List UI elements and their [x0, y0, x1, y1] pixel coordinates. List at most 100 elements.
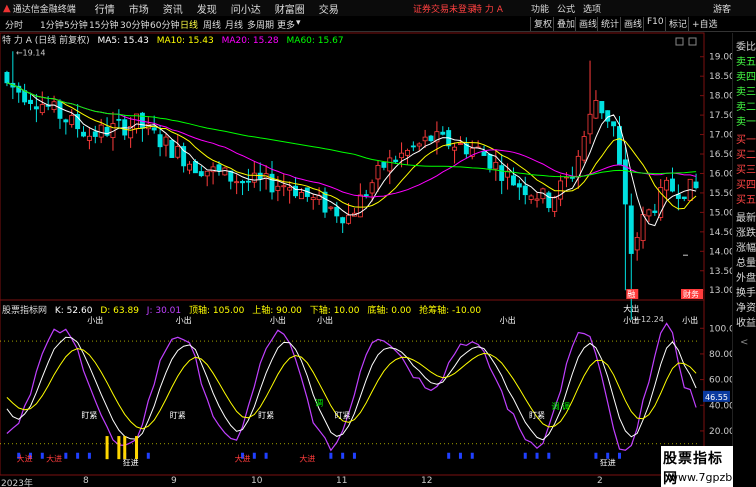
candle-body — [28, 99, 33, 104]
candle-body — [116, 118, 122, 121]
draw-line-button-2[interactable]: 画线 — [620, 17, 642, 31]
candle-body — [493, 161, 499, 170]
side-item: 外盘 — [736, 273, 756, 284]
candle-body — [57, 100, 63, 119]
menu-function[interactable]: 功能 — [531, 2, 549, 15]
tab-30min[interactable]: 30分钟 — [120, 18, 149, 31]
k-value: K: 52.60 — [54, 306, 93, 316]
low-zone-marker — [64, 452, 68, 459]
menu-trade[interactable]: 交易 — [319, 1, 339, 16]
add-watchlist-button[interactable]: +自选 — [688, 17, 718, 31]
candle-body — [234, 181, 240, 184]
ma5-value: MA5: 15.43 — [97, 36, 149, 46]
mark-button[interactable]: 标记 — [665, 17, 687, 31]
date-label: 11 — [336, 476, 348, 486]
candle-body — [428, 135, 434, 142]
menu-quotes[interactable]: 行情 — [95, 1, 115, 16]
tab-monthly[interactable]: 月线 — [225, 18, 243, 31]
candle-body — [528, 195, 534, 200]
candle-body — [664, 179, 670, 191]
candle-body — [22, 90, 28, 103]
tab-intraday[interactable]: 分时 — [5, 18, 23, 31]
low-zone-marker — [87, 452, 91, 459]
candle-body — [240, 181, 245, 184]
side-item: 买一 — [736, 135, 756, 146]
candle-body — [293, 185, 299, 197]
candle-body — [693, 181, 699, 189]
finance-tag: 财务 — [683, 289, 699, 299]
candle-body — [399, 152, 405, 159]
watch-label: 盯紧 — [335, 411, 351, 420]
candle-body — [92, 131, 98, 137]
buy-axis-value: 抢筹轴: -10.00 — [419, 306, 482, 316]
low-zone-marker — [617, 452, 621, 459]
tab-60min[interactable]: 60分钟 — [150, 18, 179, 31]
candle-body — [175, 146, 181, 158]
low-zone-marker — [264, 452, 268, 459]
draw-line-button[interactable]: 画线 — [575, 17, 597, 31]
candle-body — [581, 136, 587, 161]
candle-body — [558, 180, 564, 200]
low-zone-marker — [252, 452, 256, 459]
watch-label: 盯紧 — [170, 411, 186, 420]
menu-formula[interactable]: 公式 — [557, 2, 575, 15]
stats-button[interactable]: 统计 — [597, 17, 619, 31]
d-value: D: 63.89 — [100, 306, 139, 316]
overlay-button[interactable]: 叠加 — [553, 17, 575, 31]
candle-body — [587, 113, 593, 135]
menu-market[interactable]: 市场 — [129, 1, 149, 16]
candle-body — [487, 153, 493, 169]
menu-news[interactable]: 资讯 — [163, 1, 183, 16]
login-warning[interactable]: 证券交易未登录 — [413, 2, 476, 15]
big-in-label: 大进 — [17, 454, 33, 464]
candle-body — [511, 175, 516, 186]
tab-5min[interactable]: 5分钟 — [64, 18, 88, 31]
candle-body — [452, 146, 458, 151]
chart-canvas[interactable]: 19.0018.5018.0017.5017.0016.5016.0015.50… — [0, 0, 756, 487]
ma10-value: MA10: 15.43 — [156, 36, 214, 46]
f10-button[interactable]: F10 — [643, 17, 664, 31]
chevron-down-icon[interactable]: ▾ — [296, 18, 301, 28]
buy-signal-bar — [123, 436, 127, 460]
guest-button[interactable]: 游客 — [713, 2, 731, 15]
ma60-line — [6, 82, 697, 178]
candle-body — [410, 145, 416, 148]
stock-title: 特 力 A (日线 前复权) — [2, 36, 90, 46]
tab-1min[interactable]: 1分钟 — [40, 18, 64, 31]
candle-body — [98, 124, 104, 138]
candle-body — [287, 187, 293, 191]
candle-body — [593, 100, 599, 119]
tab-daily[interactable]: 日线 — [180, 18, 198, 31]
candle-body — [340, 217, 346, 224]
current-stock: 特 力 A — [473, 5, 503, 15]
menu-wealth[interactable]: 财富圈 — [275, 1, 305, 16]
candle-body — [599, 101, 605, 114]
watermark-url: www.7gpzb.com — [669, 471, 756, 484]
menu-discover[interactable]: 发现 — [197, 1, 217, 16]
indicator-name[interactable]: 股票指标网 — [2, 306, 47, 316]
candle-body — [245, 180, 251, 183]
small-out-label: 小出 — [317, 315, 333, 325]
expand-panel-button[interactable]: < — [740, 337, 748, 348]
menu-ask[interactable]: 问小达 — [231, 1, 261, 16]
candle-body — [39, 104, 45, 114]
side-item: 买五 — [736, 195, 756, 206]
candle-body — [652, 210, 658, 213]
tab-multi-period[interactable]: 多周期 — [247, 18, 274, 31]
low-zone-marker — [470, 452, 474, 459]
tab-15min[interactable]: 15分钟 — [89, 18, 118, 31]
j-line — [6, 322, 697, 452]
adjust-button[interactable]: 复权 — [530, 17, 552, 31]
tab-weekly[interactable]: 周线 — [203, 18, 221, 31]
side-item: 涨跌 — [736, 228, 756, 239]
candle-body — [63, 119, 69, 123]
side-item: 卖二 — [736, 102, 756, 113]
candle-body — [369, 182, 375, 194]
candle-body — [481, 151, 487, 156]
window-restore-icon — [675, 37, 684, 46]
candle-body — [458, 143, 463, 145]
main-chart-header: 特 力 A (日线 前复权) MA5: 15.43 MA10: 15.43 MA… — [0, 33, 349, 46]
upper-axis-value: 上轴: 90.00 — [252, 306, 302, 316]
tab-more[interactable]: 更多 — [277, 18, 295, 31]
menu-options[interactable]: 选项 — [583, 2, 601, 15]
